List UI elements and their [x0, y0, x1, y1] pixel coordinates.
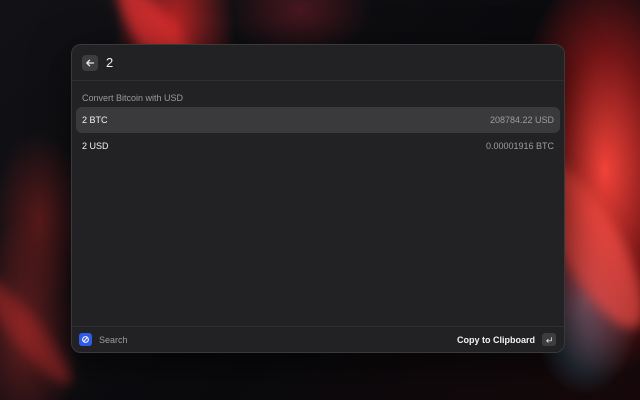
launcher-window: 2 Convert Bitcoin with USD 2 BTC 208784.… [71, 44, 565, 353]
search-label: Search [99, 334, 128, 345]
result-title: 2 BTC [82, 115, 108, 125]
back-button[interactable] [82, 54, 98, 71]
result-row-usd[interactable]: 2 USD 0.00001916 BTC [76, 133, 560, 159]
results-list: 2 BTC 208784.22 USD 2 USD 0.00001916 BTC [72, 107, 564, 159]
result-value: 0.00001916 BTC [485, 141, 554, 151]
result-row-btc[interactable]: 2 BTC 208784.22 USD [76, 107, 560, 133]
result-title: 2 USD [82, 141, 109, 151]
search-header: 2 [72, 45, 564, 81]
app-logo-icon [79, 333, 92, 346]
search-query-text[interactable]: 2 [106, 55, 113, 70]
result-value: 208784.22 USD [489, 115, 554, 125]
arrow-left-icon [86, 59, 95, 66]
enter-key-icon[interactable] [542, 333, 556, 346]
section-title: Convert Bitcoin with USD [82, 93, 184, 103]
action-bar: Search Copy to Clipboard [72, 326, 564, 352]
copy-to-clipboard-button[interactable]: Copy to Clipboard [457, 335, 535, 345]
wallpaper-streak [0, 266, 82, 394]
